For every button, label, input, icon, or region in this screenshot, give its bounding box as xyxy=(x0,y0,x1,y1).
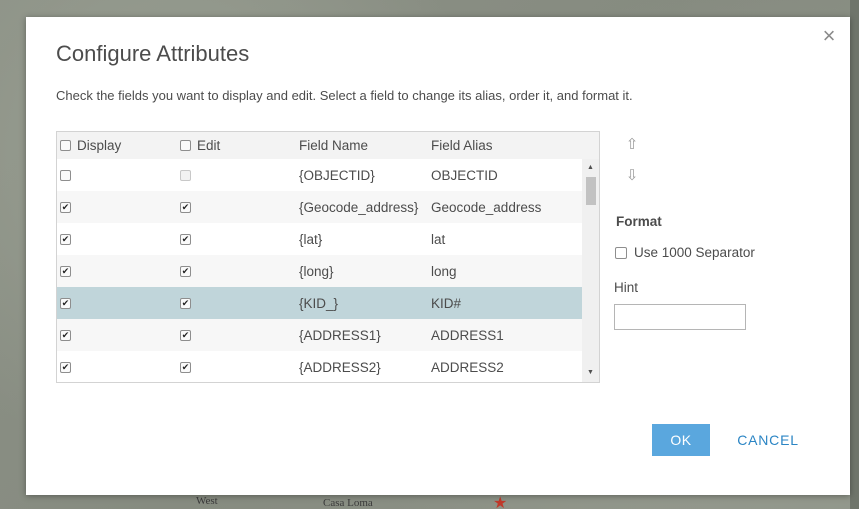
field-name-cell: {KID_} xyxy=(299,295,339,311)
table-row[interactable]: {long} long xyxy=(57,255,582,287)
field-name-cell: {OBJECTID} xyxy=(299,167,375,183)
grid-header: Display Edit Field Name Field Alias xyxy=(57,132,599,159)
table-row[interactable]: {OBJECTID} OBJECTID xyxy=(57,159,582,191)
table-row[interactable]: {lat} lat xyxy=(57,223,582,255)
field-alias-cell: lat xyxy=(431,231,446,247)
display-checkbox[interactable] xyxy=(60,265,71,277)
table-row[interactable]: {Geocode_address} Geocode_address xyxy=(57,191,582,223)
edit-checkbox xyxy=(180,169,191,181)
arrow-up-icon[interactable]: ⇧ xyxy=(624,136,640,154)
map-edge xyxy=(850,0,859,509)
header-field-alias: Field Alias xyxy=(431,138,493,153)
map-label-casa-loma: Casa Loma xyxy=(323,497,373,509)
edit-checkbox[interactable] xyxy=(180,297,191,309)
scroll-thumb[interactable] xyxy=(586,177,596,205)
thousand-separator-option[interactable]: Use 1000 Separator xyxy=(615,245,755,260)
display-checkbox[interactable] xyxy=(60,361,71,373)
table-row[interactable]: {KID_} KID# xyxy=(57,287,582,319)
table-row[interactable]: {ADDRESS2} ADDRESS2 xyxy=(57,351,582,382)
close-icon[interactable]: × xyxy=(818,25,840,47)
edit-checkbox[interactable] xyxy=(180,201,191,213)
field-name-cell: {ADDRESS1} xyxy=(299,327,381,343)
header-field-name: Field Name xyxy=(299,138,369,153)
field-name-cell: {ADDRESS2} xyxy=(299,359,381,375)
display-checkbox[interactable] xyxy=(60,201,71,213)
field-alias-cell: ADDRESS2 xyxy=(431,359,504,375)
configure-attributes-dialog: × Configure Attributes Check the fields … xyxy=(26,17,850,495)
grid-body: {OBJECTID} OBJECTID {Geocode_address} Geoco… xyxy=(57,159,582,382)
hint-label: Hint xyxy=(614,280,639,295)
ok-button[interactable]: OK xyxy=(652,424,710,456)
header-edit: Edit xyxy=(197,138,221,153)
dialog-instructions: Check the fields you want to display and… xyxy=(56,88,633,103)
hint-input[interactable] xyxy=(614,304,746,330)
thousand-separator-checkbox[interactable] xyxy=(615,246,627,259)
edit-all-checkbox[interactable] xyxy=(180,140,191,151)
edit-checkbox[interactable] xyxy=(180,329,191,341)
display-checkbox[interactable] xyxy=(60,329,71,341)
scroll-up-icon[interactable]: ▲ xyxy=(582,161,599,175)
map-label-west: West xyxy=(196,495,218,507)
thousand-separator-label: Use 1000 Separator xyxy=(634,245,755,260)
display-checkbox[interactable] xyxy=(60,169,71,181)
edit-checkbox[interactable] xyxy=(180,233,191,245)
edit-checkbox[interactable] xyxy=(180,361,191,373)
fields-grid: Display Edit Field Name Field Alias {OBJ… xyxy=(56,131,600,383)
field-alias-cell: Geocode_address xyxy=(431,199,542,215)
scroll-down-icon[interactable]: ▼ xyxy=(582,366,599,380)
dialog-title: Configure Attributes xyxy=(56,41,250,66)
field-name-cell: {Geocode_address} xyxy=(299,199,419,215)
display-all-checkbox[interactable] xyxy=(60,140,71,151)
header-display: Display xyxy=(77,138,122,153)
edit-checkbox[interactable] xyxy=(180,265,191,277)
arrow-down-icon[interactable]: ⇩ xyxy=(624,167,640,185)
field-alias-cell: KID# xyxy=(431,295,462,311)
field-name-cell: {lat} xyxy=(299,231,323,247)
cancel-button[interactable]: CANCEL xyxy=(726,424,810,456)
field-alias-cell: ADDRESS1 xyxy=(431,327,504,343)
field-alias-cell: long xyxy=(431,263,457,279)
display-checkbox[interactable] xyxy=(60,297,71,309)
map-marker-star-icon: ★ xyxy=(493,495,508,509)
grid-scrollbar[interactable]: ▲ ▼ xyxy=(582,159,599,382)
field-alias-cell: OBJECTID xyxy=(431,167,498,183)
table-row[interactable]: {ADDRESS1} ADDRESS1 xyxy=(57,319,582,351)
field-name-cell: {long} xyxy=(299,263,334,279)
display-checkbox[interactable] xyxy=(60,233,71,245)
format-title: Format xyxy=(616,214,662,229)
